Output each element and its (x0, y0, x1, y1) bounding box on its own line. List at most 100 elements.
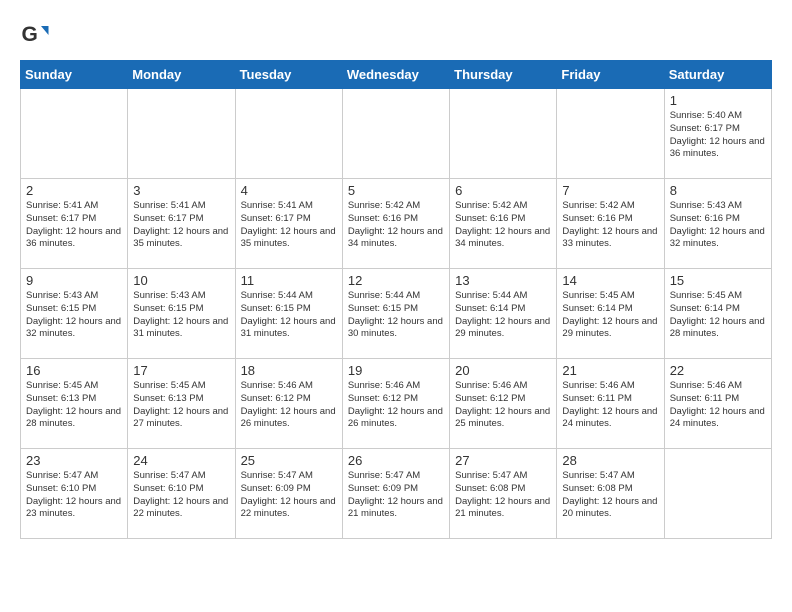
weekday-header-tuesday: Tuesday (235, 61, 342, 89)
calendar-week-1: 2 Sunrise: 5:41 AM Sunset: 6:17 PM Daylig… (21, 179, 772, 269)
day-info: Sunrise: 5:43 AM Sunset: 6:15 PM Dayligh… (26, 290, 122, 341)
calendar-cell: 5 Sunrise: 5:42 AM Sunset: 6:16 PM Daylig… (342, 179, 449, 269)
day-number: 4 (241, 183, 337, 198)
day-number: 25 (241, 453, 337, 468)
day-number: 20 (455, 363, 551, 378)
day-info: Sunrise: 5:42 AM Sunset: 6:16 PM Dayligh… (348, 200, 444, 251)
calendar-cell: 7 Sunrise: 5:42 AM Sunset: 6:16 PM Daylig… (557, 179, 664, 269)
calendar-cell: 20 Sunrise: 5:46 AM Sunset: 6:12 PM Dayli… (450, 359, 557, 449)
calendar-cell (557, 89, 664, 179)
day-info: Sunrise: 5:45 AM Sunset: 6:13 PM Dayligh… (133, 380, 229, 431)
day-info: Sunrise: 5:46 AM Sunset: 6:12 PM Dayligh… (348, 380, 444, 431)
calendar-cell: 13 Sunrise: 5:44 AM Sunset: 6:14 PM Dayli… (450, 269, 557, 359)
weekday-header-row: SundayMondayTuesdayWednesdayThursdayFrid… (21, 61, 772, 89)
day-number: 23 (26, 453, 122, 468)
calendar-table: SundayMondayTuesdayWednesdayThursdayFrid… (20, 60, 772, 539)
day-number: 7 (562, 183, 658, 198)
page-header: G (20, 20, 772, 50)
day-info: Sunrise: 5:41 AM Sunset: 6:17 PM Dayligh… (133, 200, 229, 251)
day-number: 17 (133, 363, 229, 378)
calendar-cell (664, 449, 771, 539)
day-number: 28 (562, 453, 658, 468)
day-number: 10 (133, 273, 229, 288)
calendar-cell: 10 Sunrise: 5:43 AM Sunset: 6:15 PM Dayli… (128, 269, 235, 359)
day-number: 2 (26, 183, 122, 198)
calendar-cell: 19 Sunrise: 5:46 AM Sunset: 6:12 PM Dayli… (342, 359, 449, 449)
day-info: Sunrise: 5:44 AM Sunset: 6:14 PM Dayligh… (455, 290, 551, 341)
day-info: Sunrise: 5:46 AM Sunset: 6:12 PM Dayligh… (455, 380, 551, 431)
day-info: Sunrise: 5:43 AM Sunset: 6:15 PM Dayligh… (133, 290, 229, 341)
calendar-cell: 6Sunrise: 5:42 AM Sunset: 6:16 PM Daylig… (450, 179, 557, 269)
calendar-cell: 18 Sunrise: 5:46 AM Sunset: 6:12 PM Dayli… (235, 359, 342, 449)
calendar-cell: 3 Sunrise: 5:41 AM Sunset: 6:17 PM Daylig… (128, 179, 235, 269)
day-info: Sunrise: 5:47 AM Sunset: 6:10 PM Dayligh… (26, 470, 122, 521)
calendar-cell: 16 Sunrise: 5:45 AM Sunset: 6:13 PM Dayli… (21, 359, 128, 449)
day-info: Sunrise: 5:46 AM Sunset: 6:11 PM Dayligh… (562, 380, 658, 431)
day-number: 18 (241, 363, 337, 378)
day-number: 5 (348, 183, 444, 198)
day-number: 6 (455, 183, 551, 198)
day-number: 21 (562, 363, 658, 378)
calendar-cell: 21 Sunrise: 5:46 AM Sunset: 6:11 PM Dayli… (557, 359, 664, 449)
calendar-cell: 4 Sunrise: 5:41 AM Sunset: 6:17 PM Daylig… (235, 179, 342, 269)
calendar-week-4: 23 Sunrise: 5:47 AM Sunset: 6:10 PM Dayli… (21, 449, 772, 539)
calendar-cell (450, 89, 557, 179)
calendar-cell: 25 Sunrise: 5:47 AM Sunset: 6:09 PM Dayli… (235, 449, 342, 539)
logo-icon: G (20, 20, 50, 50)
day-info: Sunrise: 5:42 AM Sunset: 6:16 PM Dayligh… (562, 200, 658, 251)
calendar-cell (235, 89, 342, 179)
calendar-cell: 27 Sunrise: 5:47 AM Sunset: 6:08 PM Dayli… (450, 449, 557, 539)
day-number: 24 (133, 453, 229, 468)
weekday-header-wednesday: Wednesday (342, 61, 449, 89)
day-number: 16 (26, 363, 122, 378)
day-info: Sunrise: 5:41 AM Sunset: 6:17 PM Dayligh… (26, 200, 122, 251)
day-info: Sunrise: 5:45 AM Sunset: 6:14 PM Dayligh… (562, 290, 658, 341)
logo: G (20, 20, 54, 50)
day-number: 11 (241, 273, 337, 288)
day-number: 15 (670, 273, 766, 288)
calendar-cell: 26 Sunrise: 5:47 AM Sunset: 6:09 PM Dayli… (342, 449, 449, 539)
day-info: Sunrise: 5:47 AM Sunset: 6:08 PM Dayligh… (455, 470, 551, 521)
day-info: Sunrise: 5:47 AM Sunset: 6:09 PM Dayligh… (241, 470, 337, 521)
day-info: Sunrise: 5:46 AM Sunset: 6:12 PM Dayligh… (241, 380, 337, 431)
calendar-cell (21, 89, 128, 179)
calendar-cell: 11Sunrise: 5:44 AM Sunset: 6:15 PM Dayli… (235, 269, 342, 359)
calendar-cell: 22 Sunrise: 5:46 AM Sunset: 6:11 PM Dayli… (664, 359, 771, 449)
day-info: Sunrise: 5:45 AM Sunset: 6:13 PM Dayligh… (26, 380, 122, 431)
calendar-cell: 17 Sunrise: 5:45 AM Sunset: 6:13 PM Dayli… (128, 359, 235, 449)
calendar-cell: 14 Sunrise: 5:45 AM Sunset: 6:14 PM Dayli… (557, 269, 664, 359)
day-info: Sunrise: 5:41 AM Sunset: 6:17 PM Dayligh… (241, 200, 337, 251)
day-number: 26 (348, 453, 444, 468)
calendar-week-3: 16 Sunrise: 5:45 AM Sunset: 6:13 PM Dayli… (21, 359, 772, 449)
svg-text:G: G (22, 23, 38, 46)
weekday-header-sunday: Sunday (21, 61, 128, 89)
day-info: Sunrise: 5:40 AM Sunset: 6:17 PM Dayligh… (670, 110, 766, 161)
calendar-cell: 1 Sunrise: 5:40 AM Sunset: 6:17 PM Daylig… (664, 89, 771, 179)
calendar-cell: 23 Sunrise: 5:47 AM Sunset: 6:10 PM Dayli… (21, 449, 128, 539)
calendar-cell: 8Sunrise: 5:43 AM Sunset: 6:16 PM Daylig… (664, 179, 771, 269)
day-number: 1 (670, 93, 766, 108)
calendar-week-0: 1 Sunrise: 5:40 AM Sunset: 6:17 PM Daylig… (21, 89, 772, 179)
weekday-header-saturday: Saturday (664, 61, 771, 89)
day-number: 19 (348, 363, 444, 378)
day-number: 12 (348, 273, 444, 288)
day-number: 8 (670, 183, 766, 198)
calendar-cell (342, 89, 449, 179)
calendar-cell: 15Sunrise: 5:45 AM Sunset: 6:14 PM Dayli… (664, 269, 771, 359)
calendar-cell: 24 Sunrise: 5:47 AM Sunset: 6:10 PM Dayli… (128, 449, 235, 539)
day-number: 27 (455, 453, 551, 468)
day-number: 13 (455, 273, 551, 288)
day-number: 22 (670, 363, 766, 378)
calendar-cell: 2 Sunrise: 5:41 AM Sunset: 6:17 PM Daylig… (21, 179, 128, 269)
day-number: 9 (26, 273, 122, 288)
calendar-cell: 28Sunrise: 5:47 AM Sunset: 6:08 PM Dayli… (557, 449, 664, 539)
day-info: Sunrise: 5:46 AM Sunset: 6:11 PM Dayligh… (670, 380, 766, 431)
day-info: Sunrise: 5:47 AM Sunset: 6:09 PM Dayligh… (348, 470, 444, 521)
day-number: 3 (133, 183, 229, 198)
weekday-header-thursday: Thursday (450, 61, 557, 89)
day-info: Sunrise: 5:47 AM Sunset: 6:10 PM Dayligh… (133, 470, 229, 521)
day-info: Sunrise: 5:44 AM Sunset: 6:15 PM Dayligh… (348, 290, 444, 341)
day-number: 14 (562, 273, 658, 288)
weekday-header-friday: Friday (557, 61, 664, 89)
calendar-week-2: 9 Sunrise: 5:43 AM Sunset: 6:15 PM Daylig… (21, 269, 772, 359)
